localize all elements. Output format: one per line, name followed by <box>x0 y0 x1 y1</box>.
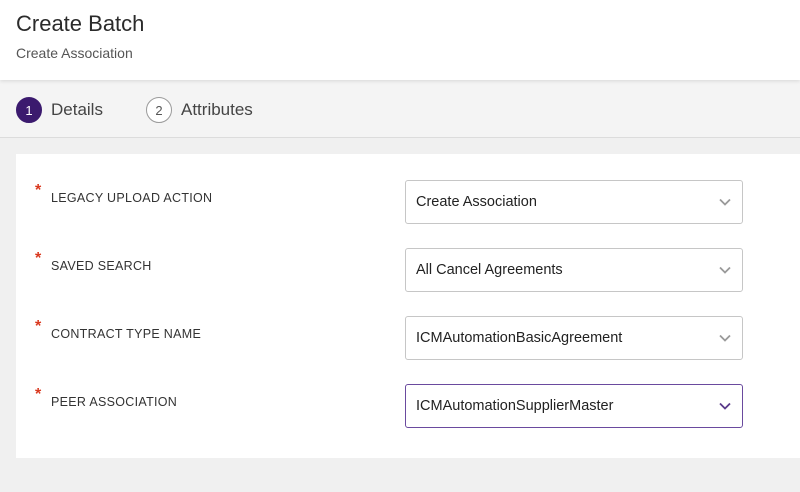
required-marker: * <box>35 386 42 403</box>
legacy-upload-action-select[interactable]: Create Association <box>405 180 743 224</box>
field-label: PEER ASSOCIATION <box>51 395 178 409</box>
field-label: CONTRACT TYPE NAME <box>51 327 202 341</box>
step-number: 2 <box>146 97 172 123</box>
required-marker: * <box>35 318 42 335</box>
select-value: ICMAutomationSupplierMaster <box>416 398 614 414</box>
step-attributes[interactable]: 2 Attributes <box>146 96 253 124</box>
contract-type-name-select[interactable]: ICMAutomationBasicAgreement <box>405 316 743 360</box>
step-label: Details <box>51 100 103 119</box>
step-label: Attributes <box>181 100 253 119</box>
select-value: Create Association <box>416 194 537 210</box>
chevron-down-icon <box>718 399 732 413</box>
field-saved-search: * SAVED SEARCH All Cancel Agreements <box>16 248 800 292</box>
details-form: * LEGACY UPLOAD ACTION Create Associatio… <box>16 154 800 458</box>
page-header: Create Batch Create Association <box>0 0 800 80</box>
chevron-down-icon <box>718 263 732 277</box>
field-label: LEGACY UPLOAD ACTION <box>51 191 213 205</box>
saved-search-select[interactable]: All Cancel Agreements <box>405 248 743 292</box>
select-value: All Cancel Agreements <box>416 262 563 278</box>
field-contract-type-name: * CONTRACT TYPE NAME ICMAutomationBasicA… <box>16 316 800 360</box>
select-value: ICMAutomationBasicAgreement <box>416 330 623 346</box>
step-number: 1 <box>16 97 42 123</box>
peer-association-select[interactable]: ICMAutomationSupplierMaster <box>405 384 743 428</box>
chevron-down-icon <box>718 195 732 209</box>
page-subtitle: Create Association <box>16 45 133 61</box>
step-details[interactable]: 1 Details <box>16 96 103 124</box>
wizard-steps: 1 Details 2 Attributes <box>0 80 800 138</box>
page-title: Create Batch <box>16 11 145 36</box>
field-label: SAVED SEARCH <box>51 259 152 273</box>
field-peer-association: * PEER ASSOCIATION ICMAutomationSupplier… <box>16 384 800 428</box>
required-marker: * <box>35 250 42 267</box>
required-marker: * <box>35 182 42 199</box>
chevron-down-icon <box>718 331 732 345</box>
field-legacy-upload-action: * LEGACY UPLOAD ACTION Create Associatio… <box>16 180 800 224</box>
